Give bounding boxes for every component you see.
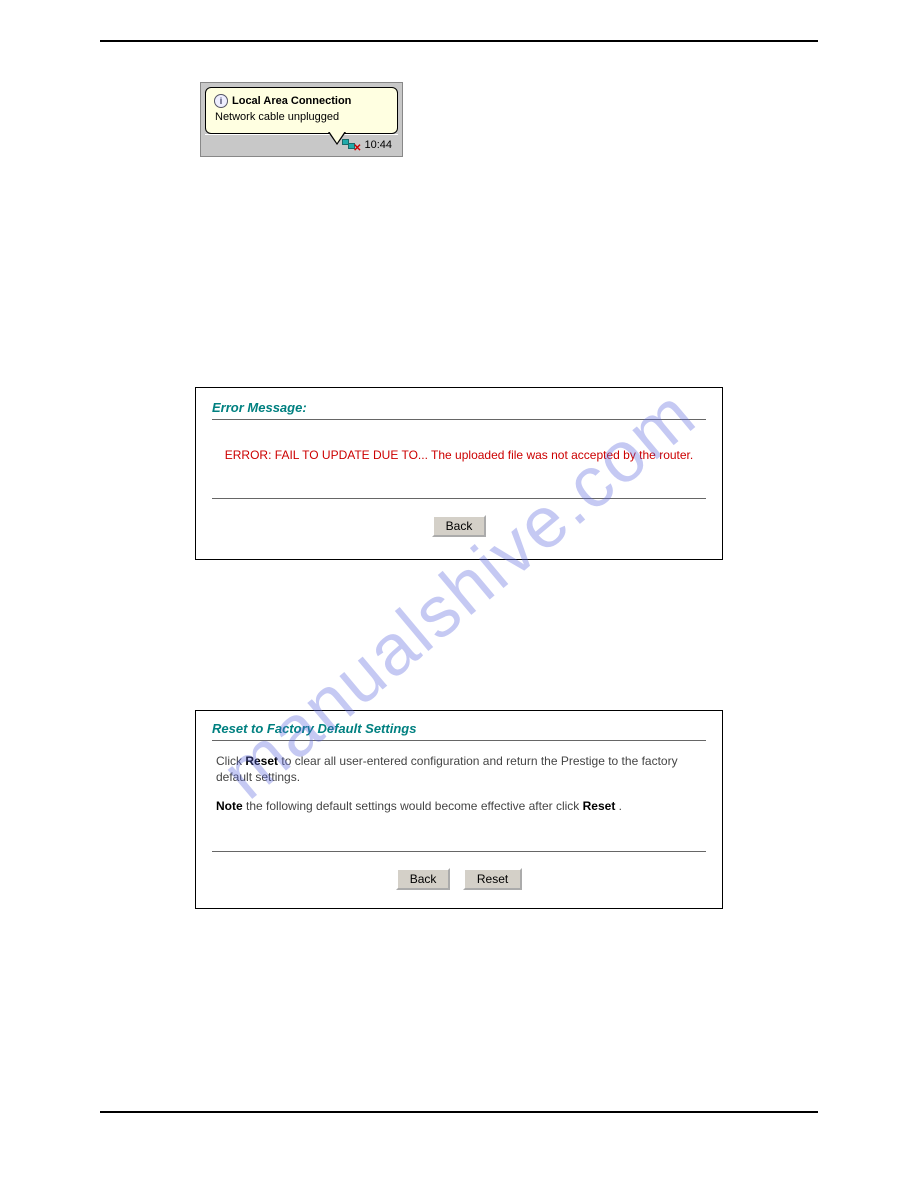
error-panel-heading: Error Message: — [212, 400, 706, 415]
panel-divider — [212, 851, 706, 852]
reset-button[interactable]: Reset — [463, 868, 522, 890]
panel-divider — [212, 419, 706, 420]
tooltip-subtitle: Network cable unplugged — [215, 110, 389, 125]
reset-text-post: to clear all user-entered configuration … — [216, 754, 678, 785]
note-label: Note — [216, 799, 243, 813]
reset-text-bold: Reset — [245, 754, 278, 768]
network-disconnected-icon: ✕ — [342, 139, 358, 151]
reset-panel-heading: Reset to Factory Default Settings — [212, 721, 706, 736]
note-text-end: . — [615, 799, 622, 813]
tooltip-title: Local Area Connection — [232, 94, 351, 109]
taskbar: ✕ 10:44 — [205, 134, 398, 156]
reset-text-pre: Click — [216, 754, 245, 768]
taskbar-clock: 10:44 — [364, 139, 392, 151]
balloon-tooltip: i Local Area Connection Network cable un… — [205, 87, 398, 134]
error-message-panel: Error Message: ERROR: FAIL TO UPDATE DUE… — [195, 387, 723, 560]
info-icon: i — [214, 94, 228, 108]
page-bottom-rule — [100, 1111, 818, 1113]
network-tooltip-screenshot: i Local Area Connection Network cable un… — [200, 82, 403, 157]
error-message-text: ERROR: FAIL TO UPDATE DUE TO... The uplo… — [212, 448, 706, 462]
panel-divider — [212, 498, 706, 499]
note-reset-bold: Reset — [583, 799, 616, 813]
reset-panel-body: Click Reset to clear all user-entered co… — [212, 741, 706, 851]
note-text-mid: the following default settings would bec… — [243, 799, 583, 813]
back-button[interactable]: Back — [396, 868, 451, 890]
page-top-rule — [100, 40, 818, 42]
back-button[interactable]: Back — [432, 515, 487, 537]
reset-factory-panel: Reset to Factory Default Settings Click … — [195, 710, 723, 909]
